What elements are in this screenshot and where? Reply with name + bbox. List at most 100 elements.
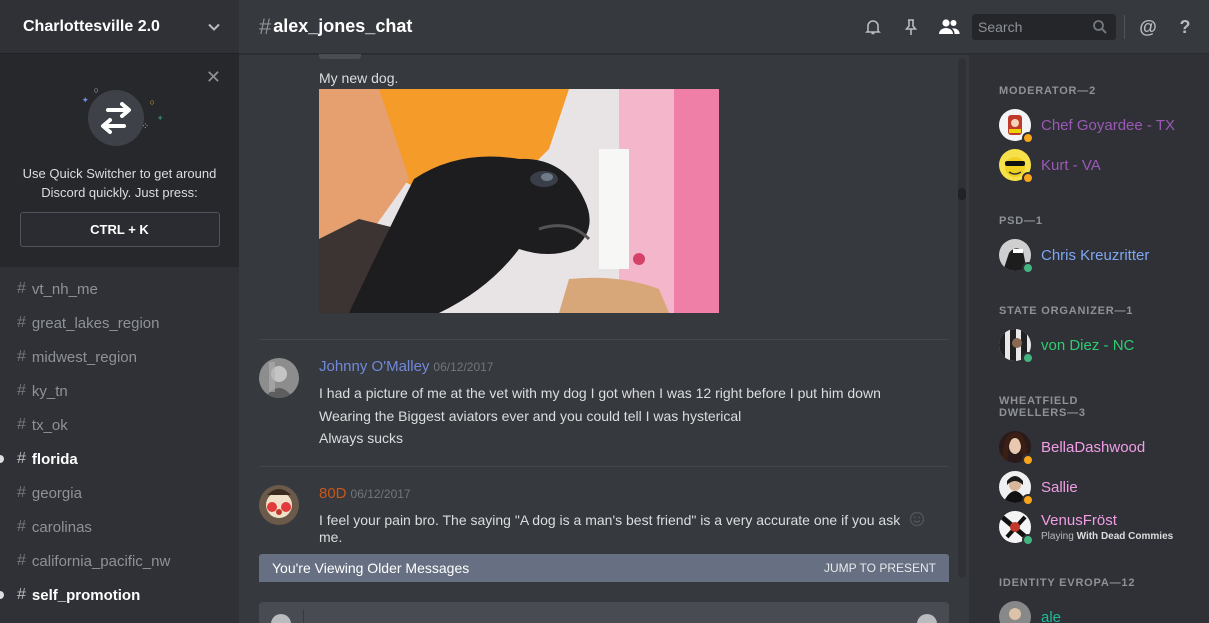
hash-icon: # (17, 382, 26, 399)
bell-icon[interactable] (863, 17, 883, 37)
channel-item[interactable]: # midwest_region (0, 340, 239, 374)
message-text: My new dog. (319, 70, 399, 86)
member-item[interactable]: Chris Kreuzritter (999, 235, 1149, 275)
member-name: Kurt - VA (1041, 156, 1101, 174)
avatar (999, 601, 1031, 623)
member-activity: Playing With Dead Commies (1041, 531, 1173, 542)
hash-icon: # (17, 518, 26, 535)
members-icon[interactable] (937, 17, 961, 37)
role-header: IDENTITY EVROPA—12 (999, 577, 1136, 589)
add-reaction-icon[interactable] (909, 511, 925, 532)
avatar[interactable] (259, 485, 299, 525)
chat-header: # alex_jones_chat @ ? (239, 0, 1209, 54)
mention-icon[interactable]: @ (1138, 17, 1158, 37)
channel-item[interactable]: # california_pacific_nw (0, 544, 239, 578)
username[interactable]: 80D (319, 485, 347, 502)
channel-hash-icon: # (259, 13, 272, 39)
channel-name: tx_ok (31, 416, 68, 434)
scrollbar-thumb[interactable] (958, 188, 966, 200)
dog-photo-attachment[interactable] (319, 89, 719, 313)
channel-name: ky_tn (31, 382, 68, 400)
channel-name: self_promotion (31, 586, 141, 604)
close-icon[interactable]: ✕ (206, 68, 221, 86)
timestamp: 06/12/2017 (433, 360, 494, 374)
member-name: Chris Kreuzritter (1041, 246, 1150, 264)
status-indicator (1022, 534, 1034, 546)
message-line: I feel your pain bro. The saying "A dog … (319, 512, 901, 528)
message-line: Wearing the Biggest aviators ever and yo… (319, 408, 742, 424)
status-indicator (1022, 132, 1034, 144)
member-item[interactable]: VenusFröst Playing With Dead Commies (999, 507, 1173, 547)
hash-icon: # (17, 280, 26, 297)
channel-item[interactable]: # tx_ok (0, 408, 239, 442)
channel-item[interactable]: # ky_tn (0, 374, 239, 408)
channel-name: great_lakes_region (31, 314, 160, 332)
role-header: PSD—1 (999, 215, 1043, 227)
server-header[interactable]: Charlottesville 2.0 (0, 0, 239, 54)
composer-divider (303, 610, 304, 623)
member-item[interactable]: von Diez - NC (999, 325, 1134, 365)
chevron-down-icon[interactable] (207, 20, 221, 34)
channel-name: midwest_region (31, 348, 137, 366)
upload-icon[interactable] (271, 614, 291, 623)
message-divider (259, 466, 949, 467)
channel-item[interactable]: # georgia (0, 476, 239, 510)
unread-indicator (0, 455, 4, 463)
unread-indicator (0, 591, 4, 599)
member-item[interactable]: BellaDashwood (999, 427, 1145, 467)
channel-title: alex_jones_chat (273, 16, 413, 36)
activity-prefix: Playing (1041, 531, 1074, 542)
older-messages-bar: You're Viewing Older Messages JUMP TO PR… (259, 554, 949, 582)
server-name: Charlottesville 2.0 (23, 17, 160, 35)
message-line: me. (319, 529, 343, 545)
activity-game: With Dead Commies (1076, 531, 1174, 542)
member-name: BellaDashwood (1041, 438, 1146, 456)
avatar (999, 431, 1034, 466)
search-input[interactable] (978, 19, 1088, 35)
avatar (999, 149, 1034, 184)
channel-list: # vt_nh_me # great_lakes_region # midwest_reg… (0, 267, 239, 612)
member-name: VenusFröst (1041, 512, 1117, 529)
status-indicator (1022, 352, 1034, 364)
member-item[interactable]: Kurt - VA (999, 145, 1101, 185)
channel-item[interactable]: # vt_nh_me (0, 272, 239, 306)
avatar[interactable] (259, 358, 299, 398)
help-icon[interactable]: ? (1175, 17, 1195, 37)
channel-name: carolinas (31, 518, 92, 536)
member-item[interactable]: Sallie (999, 467, 1078, 507)
channel-item[interactable]: # florida (0, 442, 239, 476)
channel-name: california_pacific_nw (31, 552, 171, 570)
hash-icon: # (17, 484, 26, 501)
message-group: Johnny O'Malley 06/12/2017 I had a pictur… (259, 358, 939, 458)
shortcut-key: CTRL + K (19, 212, 220, 247)
status-indicator (1022, 494, 1034, 506)
message-author-row: 80D 06/12/2017 (319, 485, 411, 502)
message-composer[interactable] (259, 602, 949, 623)
channel-item[interactable]: # carolinas (0, 510, 239, 544)
channel-name: vt_nh_me (31, 280, 98, 298)
channel-item[interactable]: # great_lakes_region (0, 306, 239, 340)
hash-icon: # (17, 586, 26, 603)
hash-icon: # (17, 416, 26, 433)
status-indicator (1022, 262, 1034, 274)
scrollbar-track[interactable] (958, 58, 966, 578)
role-header: DWELLERS—3 (999, 407, 1086, 419)
channel-item[interactable]: # self_promotion (0, 578, 239, 612)
search-box[interactable] (972, 14, 1116, 40)
quick-switcher-tip: ✕ ✦ ○ ○ + ⁘ Use Quick Switcher to get ar… (0, 54, 239, 267)
member-item[interactable]: ale (999, 597, 1061, 623)
hash-icon: # (17, 348, 26, 365)
previous-message-avatar (319, 54, 361, 59)
channel-name: florida (31, 450, 78, 468)
avatar (999, 109, 1034, 144)
hash-icon: # (17, 450, 26, 467)
message-divider (259, 339, 949, 340)
username[interactable]: Johnny O'Malley (319, 358, 429, 375)
emoji-icon[interactable] (917, 614, 937, 623)
jump-to-present-button[interactable]: JUMP TO PRESENT (824, 561, 936, 575)
member-name: Chef Goyardee - TX (1041, 116, 1175, 134)
pin-icon[interactable] (901, 17, 921, 37)
status-indicator (1022, 172, 1034, 184)
message-line: I had a picture of me at the vet with my… (319, 385, 881, 401)
member-item[interactable]: Chef Goyardee - TX (999, 105, 1175, 145)
